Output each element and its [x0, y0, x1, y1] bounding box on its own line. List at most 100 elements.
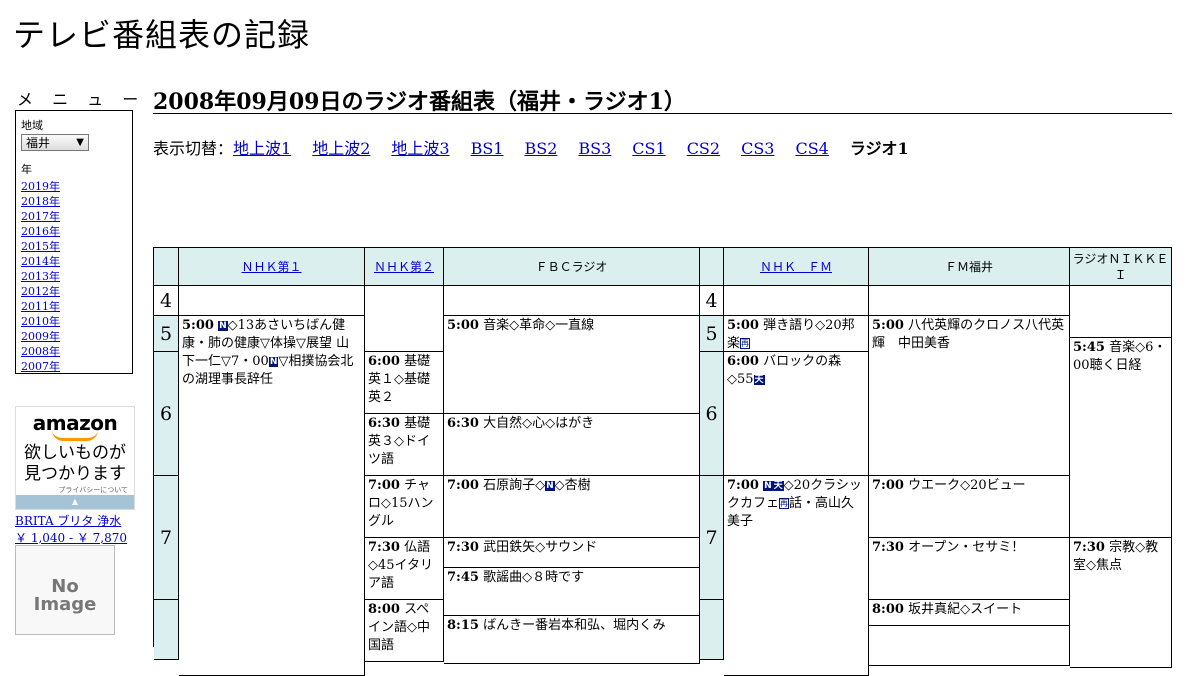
program-cell[interactable]: 6:00 バロックの森◇55天 [724, 352, 869, 476]
chevron-up-icon: ▲ [71, 497, 79, 506]
channel-header-fbc: ＦＢＣラジオ [444, 248, 700, 286]
channel-header-nhk2[interactable]: ＮＨＫ第２ [365, 248, 444, 286]
year-item[interactable]: 2010年 [21, 314, 127, 329]
channel-link-nhk2[interactable]: ＮＨＫ第２ [374, 259, 434, 275]
amazon-ad[interactable]: amazon 欲しいものが 見つかります プライバシーについて ▲ [15, 406, 135, 510]
year-item[interactable]: 2016年 [21, 224, 127, 239]
program-title: 石原詢子◇ [483, 478, 546, 493]
program-cell[interactable]: 7:00 ウエーク◇20ビュー [869, 476, 1070, 538]
program-time: 7:00 [727, 478, 759, 493]
program-cell[interactable]: 7:00 石原詢子◇N◇杏樹 [444, 476, 700, 538]
year-item[interactable]: 2008年 [21, 344, 127, 359]
program-cell[interactable]: 7:30 武田鉄矢◇サウンド [444, 538, 700, 568]
program-time: 7:30 [368, 540, 400, 555]
program-cell[interactable]: 7:00 N 天◇20クラシックカフェ再話・高山久美子 [724, 476, 869, 676]
year-item[interactable]: 2017年 [21, 209, 127, 224]
ad-privacy-link[interactable]: プライバシーについて [16, 485, 134, 495]
product-price[interactable]: ￥ 1,040 - ￥ 7,870 [15, 529, 127, 546]
year-link[interactable]: 2019年 [21, 180, 60, 193]
switch-link[interactable]: BS2 [524, 139, 557, 158]
year-link[interactable]: 2015年 [21, 240, 60, 253]
switch-link[interactable]: BS1 [471, 139, 504, 158]
year-item[interactable]: 2014年 [21, 254, 127, 269]
weather-badge-icon: 天 [772, 481, 784, 491]
year-item[interactable]: 2009年 [21, 329, 127, 344]
program-cell[interactable]: 7:30 仏語◇45イタリア語 [365, 538, 444, 600]
year-item[interactable]: 2018年 [21, 194, 127, 209]
switch-link[interactable]: 地上波2 [312, 139, 370, 158]
program-title: 大自然◇心◇はがき [483, 416, 595, 431]
switch-link[interactable]: 地上波1 [233, 139, 291, 158]
program-cell[interactable]: 5:45 音楽◇6・00聴く日経 [1070, 338, 1172, 538]
region-select[interactable]: 福井 ▼ [21, 134, 89, 151]
switch-link[interactable]: BS3 [578, 139, 611, 158]
year-item[interactable]: 2019年 [21, 179, 127, 194]
year-link[interactable]: 2014年 [21, 255, 60, 268]
year-link[interactable]: 2016年 [21, 225, 60, 238]
program-cell[interactable]: 6:30 基礎英３◇ドイツ語 [365, 414, 444, 476]
year-link[interactable]: 2017年 [21, 210, 60, 223]
year-link[interactable]: 2009年 [21, 330, 60, 343]
program-time: 5:00 [872, 318, 904, 333]
year-item[interactable]: 2012年 [21, 284, 127, 299]
news-badge-icon: N [545, 481, 555, 491]
hour-cell: 4 [154, 286, 179, 316]
channel-header-nhk1[interactable]: ＮＨＫ第１ [179, 248, 365, 286]
program-time: 5:00 [182, 318, 214, 333]
program-cell[interactable]: 8:00 坂井真紀◇スイート [869, 600, 1070, 626]
year-item[interactable]: 2011年 [21, 299, 127, 314]
hour-cell [154, 600, 179, 660]
switch-link[interactable]: CS2 [687, 139, 720, 158]
hour-cell: 4 [700, 286, 724, 316]
program-time: 8:00 [368, 602, 400, 617]
year-link[interactable]: 2012年 [21, 285, 60, 298]
year-link[interactable]: 2018年 [21, 195, 60, 208]
program-cell[interactable]: 6:30 大自然◇心◇はがき [444, 414, 700, 476]
channel-header-nikkei: ラジオＮＩＫＫＥＩ [1070, 248, 1172, 286]
program-cell[interactable]: 8:15 ばんきー番岩本和弘、堀内くみ [444, 616, 700, 664]
program-time: 6:30 [368, 416, 400, 431]
program-cell-empty [869, 286, 1070, 316]
program-title: 歌謡曲◇８時です [483, 570, 585, 585]
channel-header-nhkfm[interactable]: ＮＨＫ ＦＭ [724, 248, 869, 286]
program-title: オープン・セサミ！ [908, 540, 1025, 555]
program-cell[interactable]: 5:00 弾き語り◇20邦楽再 [724, 316, 869, 352]
switch-link[interactable]: CS4 [795, 139, 828, 158]
year-item[interactable]: 2015年 [21, 239, 127, 254]
program-cell[interactable]: 5:00 八代英輝のクロノス八代英輝 中田美香 [869, 316, 1070, 476]
program-title: 音楽◇革命◇一直線 [483, 318, 595, 333]
display-switch-bar: 表示切替：地上波1 地上波2 地上波3 BS1 BS2 BS3 CS1 CS2 CS3 CS4 ラジ… [153, 135, 930, 159]
program-cell[interactable]: 7:30 オープン・セサミ！ [869, 538, 1070, 600]
ad-expand-bar[interactable]: ▲ [16, 495, 134, 509]
news-badge-icon: N [218, 321, 228, 331]
program-cell[interactable]: 7:30 宗教◇教室◇焦点 [1070, 538, 1172, 668]
year-link[interactable]: 2011年 [21, 300, 60, 313]
program-cell[interactable]: 8:00 スペイン語◇中国語 [365, 600, 444, 662]
switch-label: 表示切替： [153, 139, 234, 158]
ad-text-line2: 見つかります [24, 464, 126, 484]
year-item[interactable]: 2013年 [21, 269, 127, 284]
program-title: ◇杏樹 [554, 478, 591, 493]
hour-cell: 6 [154, 352, 179, 476]
year-link[interactable]: 2013年 [21, 270, 60, 283]
year-item[interactable]: 2007年 [21, 359, 127, 374]
channel-link-nhk1[interactable]: ＮＨＫ第１ [241, 259, 301, 275]
switch-link[interactable]: 地上波3 [391, 139, 449, 158]
program-title: 坂井真紀◇スイート [908, 602, 1023, 617]
year-link[interactable]: 2008年 [21, 345, 60, 358]
region-label: 地域 [21, 119, 43, 132]
program-cell[interactable]: 7:00 チャロ◇15ハングル [365, 476, 444, 538]
year-list: 2019年 2018年 2017年 2016年 2015年 2014年 2013年 2012年… [21, 179, 127, 374]
channel-link-nhkfm[interactable]: ＮＨＫ ＦＭ [760, 259, 832, 275]
switch-link[interactable]: CS3 [741, 139, 774, 158]
year-link[interactable]: 2007年 [21, 360, 60, 373]
year-link[interactable]: 2010年 [21, 315, 60, 328]
no-image-placeholder[interactable]: No Image [15, 545, 115, 635]
program-cell[interactable]: 7:45 歌謡曲◇８時です [444, 568, 700, 616]
program-cell[interactable]: 5:00 N◇13あさいちばん健康・肺の健康▽体操▽展望 山下一仁▽7・00N▽… [179, 316, 365, 676]
switch-current: ラジオ1 [849, 139, 909, 158]
switch-link[interactable]: CS1 [632, 139, 665, 158]
program-cell[interactable]: 5:00 音楽◇革命◇一直線 [444, 316, 700, 414]
program-cell[interactable]: 6:00 基礎英１◇基礎英２ [365, 352, 444, 414]
product-link[interactable]: BRITA ブリタ 浄水 [15, 512, 121, 529]
